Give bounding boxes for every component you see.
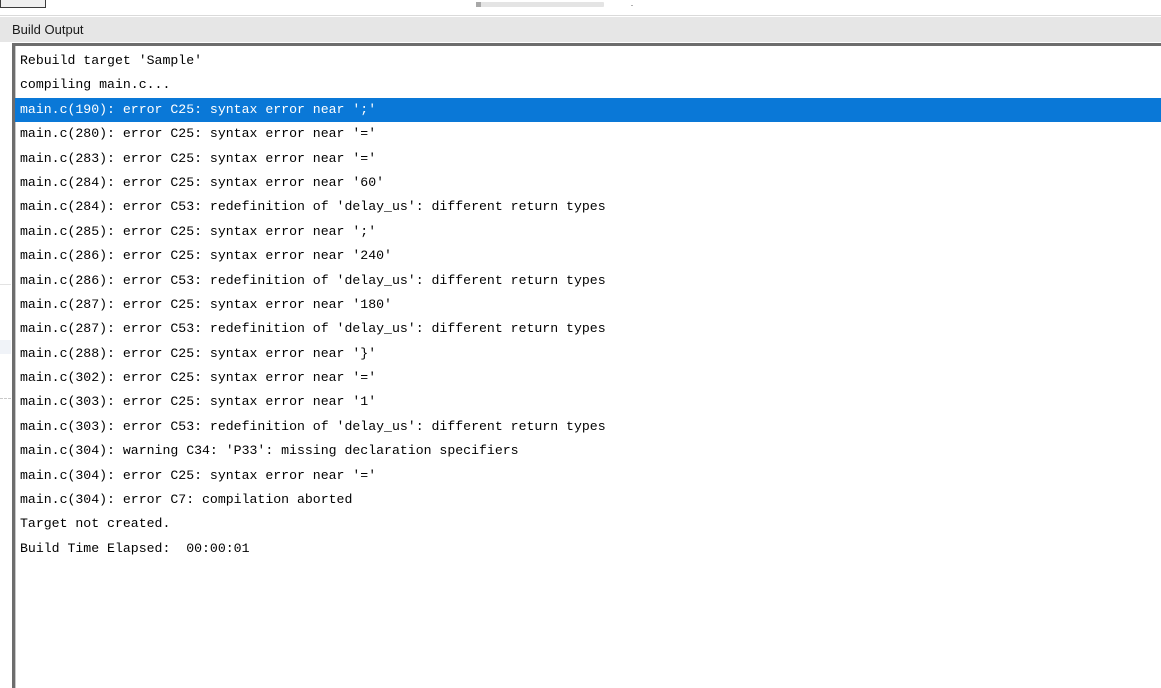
output-line[interactable]: main.c(286): error C25: syntax error nea… xyxy=(15,244,1161,268)
output-line[interactable]: main.c(285): error C25: syntax error nea… xyxy=(15,220,1161,244)
output-line[interactable]: compiling main.c... xyxy=(15,73,1161,97)
top-tab[interactable] xyxy=(0,0,46,8)
gutter-dash xyxy=(0,398,11,400)
output-line[interactable]: main.c(302): error C25: syntax error nea… xyxy=(15,366,1161,390)
left-gutter xyxy=(0,284,11,404)
window-title: Build Output xyxy=(12,22,84,37)
output-line[interactable]: Target not created. xyxy=(15,512,1161,536)
output-line[interactable]: main.c(287): error C25: syntax error nea… xyxy=(15,293,1161,317)
top-scrollbar[interactable] xyxy=(476,2,604,7)
output-line[interactable]: Build Time Elapsed: 00:00:01 xyxy=(15,537,1161,561)
gutter-line xyxy=(0,284,11,285)
output-line[interactable]: main.c(303): error C53: redefinition of … xyxy=(15,415,1161,439)
top-marker xyxy=(631,5,633,6)
output-line[interactable]: Rebuild target 'Sample' xyxy=(15,49,1161,73)
output-line[interactable]: main.c(284): error C25: syntax error nea… xyxy=(15,171,1161,195)
output-line[interactable]: main.c(286): error C53: redefinition of … xyxy=(15,269,1161,293)
output-line[interactable]: main.c(288): error C25: syntax error nea… xyxy=(15,342,1161,366)
output-line[interactable]: main.c(304): error C25: syntax error nea… xyxy=(15,464,1161,488)
build-output-title-bar: Build Output xyxy=(0,17,1161,42)
output-line[interactable]: main.c(280): error C25: syntax error nea… xyxy=(15,122,1161,146)
build-output-panel[interactable]: Rebuild target 'Sample' compiling main.c.… xyxy=(12,43,1161,688)
output-line[interactable]: main.c(283): error C25: syntax error nea… xyxy=(15,147,1161,171)
output-line[interactable]: main.c(284): error C53: redefinition of … xyxy=(15,195,1161,219)
top-toolbar-strip xyxy=(0,0,1161,16)
build-output-list[interactable]: Rebuild target 'Sample' compiling main.c.… xyxy=(15,49,1161,561)
output-line[interactable]: main.c(303): error C25: syntax error nea… xyxy=(15,390,1161,414)
output-line[interactable]: main.c(304): warning C34: 'P33': missing… xyxy=(15,439,1161,463)
gutter-shade xyxy=(0,340,11,354)
top-scrollbar-thumb[interactable] xyxy=(476,2,481,7)
output-line[interactable]: main.c(287): error C53: redefinition of … xyxy=(15,317,1161,341)
output-line[interactable]: main.c(304): error C7: compilation abort… xyxy=(15,488,1161,512)
output-line[interactable]: main.c(190): error C25: syntax error nea… xyxy=(15,97,1161,123)
